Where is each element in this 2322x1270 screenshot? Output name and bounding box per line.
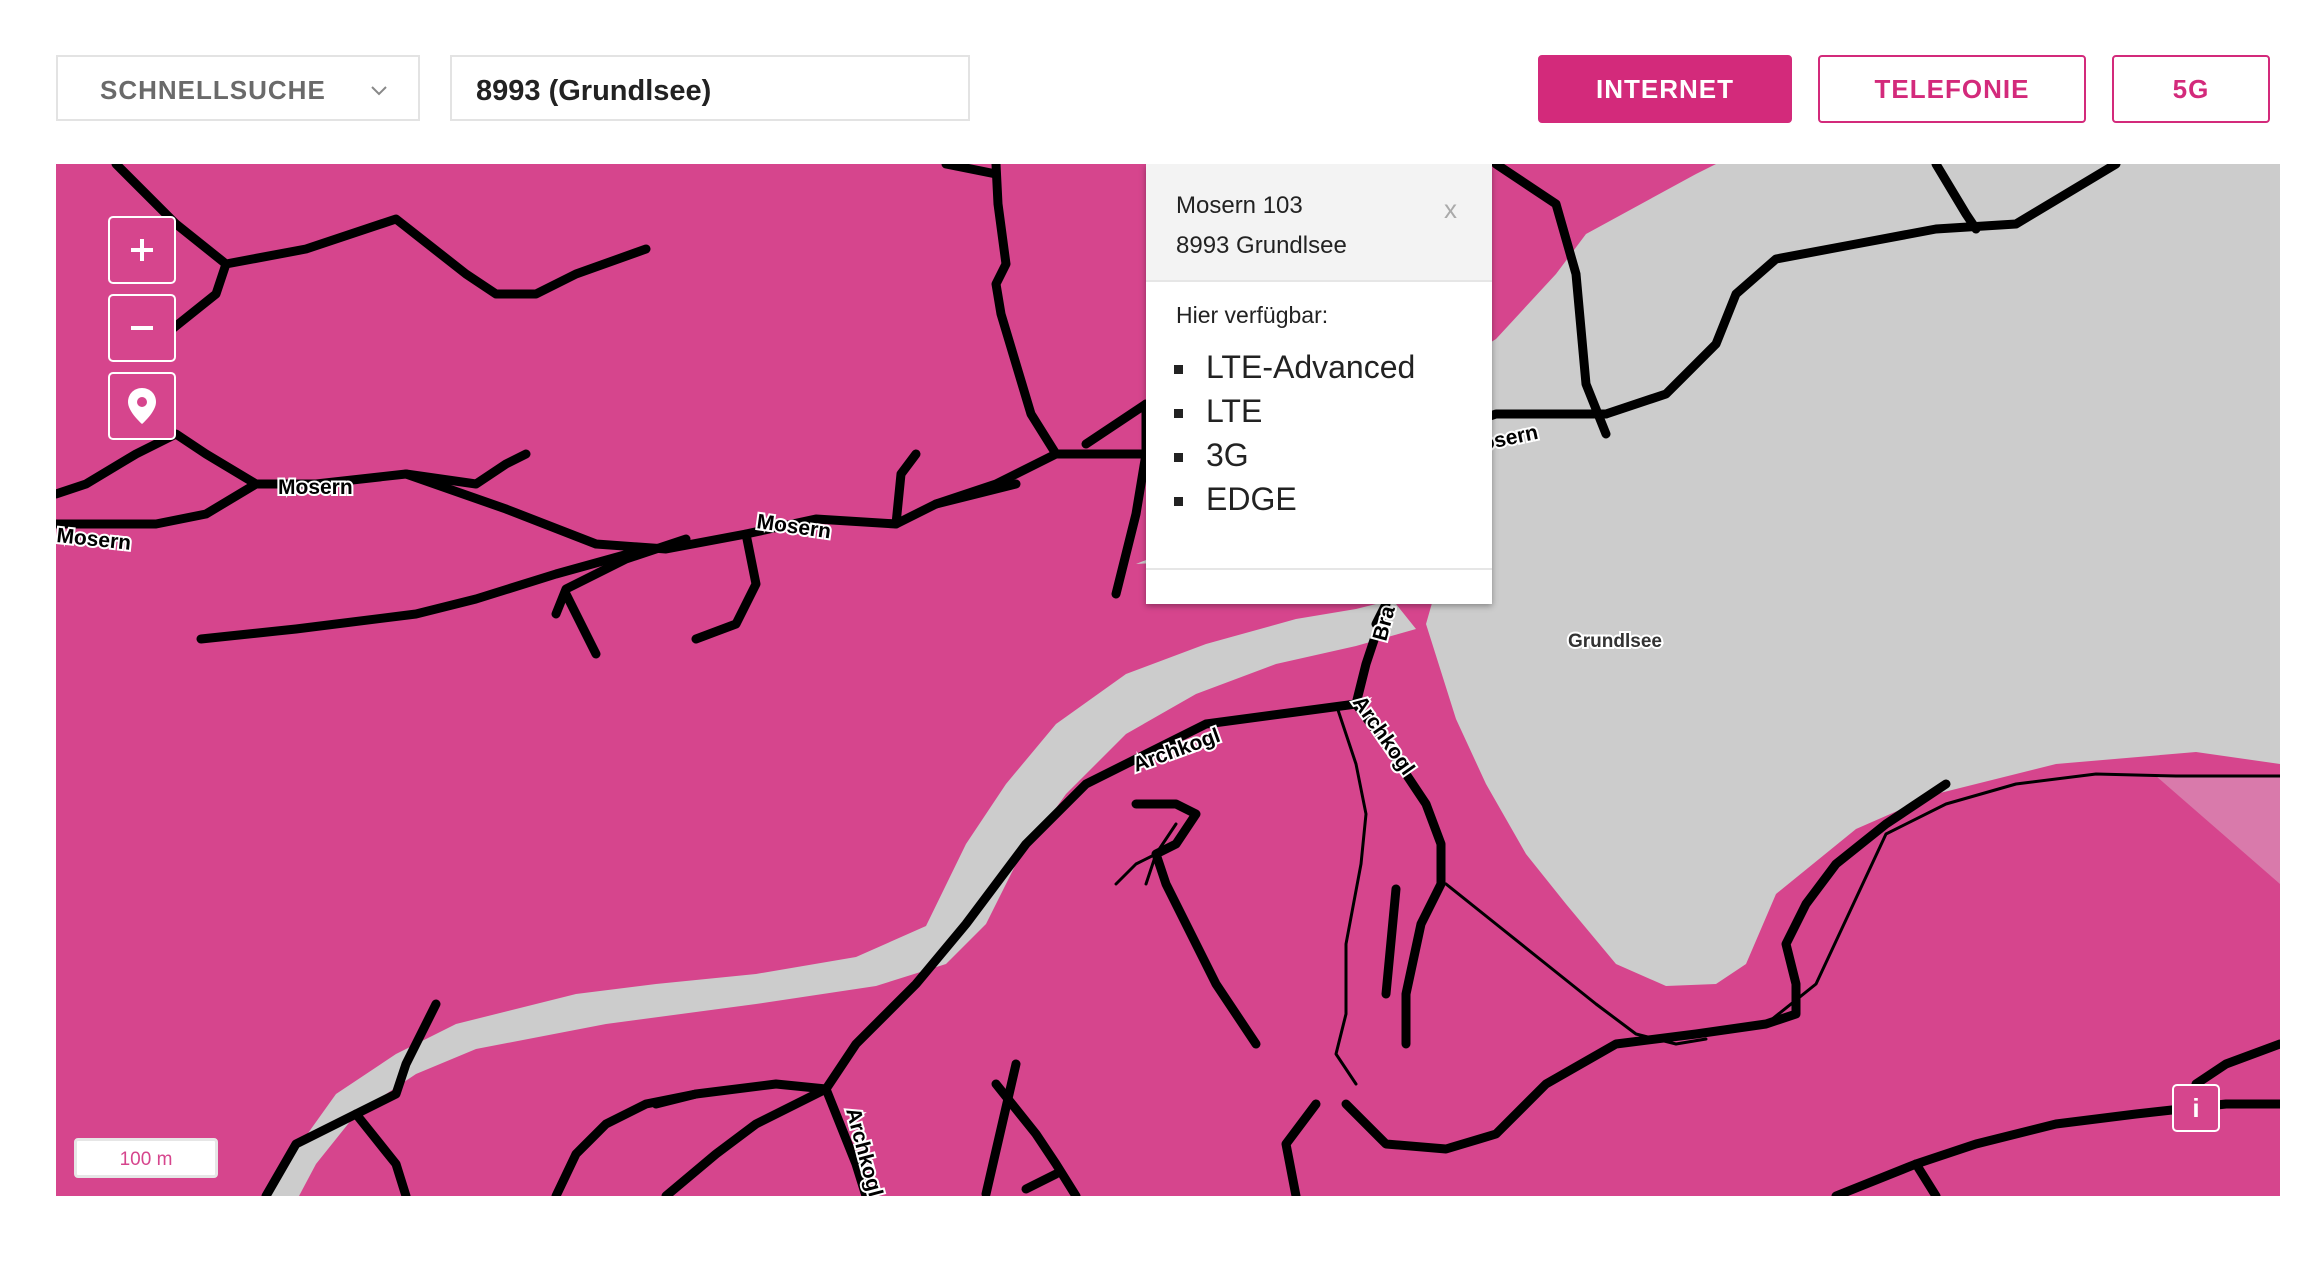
road-label-mosern: Mosern [56, 524, 132, 555]
road-label-archkogl: Archkogl [1130, 724, 1223, 777]
scale-label: 100 m [119, 1149, 173, 1170]
technology-item: 3G [1146, 437, 1415, 481]
light-coverage-area [2156, 776, 2280, 884]
road [661, 1084, 831, 1196]
locate-button[interactable] [108, 372, 176, 440]
road [1131, 799, 1261, 1049]
zoom-out-button[interactable] [108, 294, 176, 362]
road-label-mosern: Mosern [278, 476, 353, 499]
road [651, 1089, 701, 1109]
technology-item: LTE-Advanced [1146, 349, 1415, 393]
road [2191, 1039, 2280, 1089]
coverage-map[interactable]: Mosern Mosern Mosern Mosern Archkogl Arc… [56, 164, 2280, 1196]
road-label-archkogl: Archkogl [1348, 692, 1419, 780]
road [1911, 1159, 1941, 1196]
road [56, 429, 261, 499]
zoom-in-icon [131, 239, 153, 261]
road [991, 164, 1061, 459]
tab-telefonie[interactable]: TELEFONIE [1818, 55, 2086, 123]
info-button[interactable]: i [2172, 1084, 2220, 1132]
tab-internet[interactable]: INTERNET [1538, 55, 1792, 123]
technology-list: LTE-Advanced LTE 3G EDGE [1146, 349, 1415, 525]
popup-divider [1146, 568, 1492, 570]
popup-address-line1: Mosern 103 [1176, 192, 1303, 219]
road [1381, 884, 1401, 999]
road [111, 164, 651, 299]
chevron-down-icon [371, 86, 387, 96]
available-label: Hier verfügbar: [1176, 302, 1329, 328]
road [1081, 399, 1151, 449]
road [1021, 1169, 1061, 1194]
popup-header: Mosern 103 8993 Grundlsee x [1146, 164, 1492, 282]
technology-item: LTE [1146, 393, 1415, 437]
technology-item: EDGE [1146, 481, 1415, 525]
top-toolbar: SCHNELLSUCHE 8993 (Grundlsee) INTERNET T… [0, 0, 2322, 160]
popup-address-line2: 8993 Grundlsee [1176, 232, 1347, 259]
lake-label: Grundlsee [1568, 631, 1662, 652]
path [1334, 702, 1368, 1086]
location-search-input[interactable]: 8993 (Grundlsee) [450, 55, 970, 121]
quick-search-label: SCHNELLSUCHE [100, 75, 326, 105]
road [561, 589, 601, 659]
zoom-in-button[interactable] [108, 216, 176, 284]
close-icon[interactable]: x [1444, 194, 1457, 225]
location-pin-icon [128, 388, 156, 424]
coverage-popup: Mosern 103 8993 Grundlsee x Hier verfügb… [1146, 164, 1492, 604]
quick-search-dropdown[interactable]: SCHNELLSUCHE [56, 55, 420, 121]
road [1281, 1099, 1321, 1196]
road [351, 1109, 411, 1196]
tab-5g[interactable]: 5G [2112, 55, 2270, 123]
road [691, 529, 761, 644]
road [821, 599, 1391, 1094]
road [1111, 449, 1151, 599]
scale-bar: 100 m [74, 1138, 218, 1178]
zoom-out-icon [131, 326, 153, 330]
road [941, 164, 1001, 179]
